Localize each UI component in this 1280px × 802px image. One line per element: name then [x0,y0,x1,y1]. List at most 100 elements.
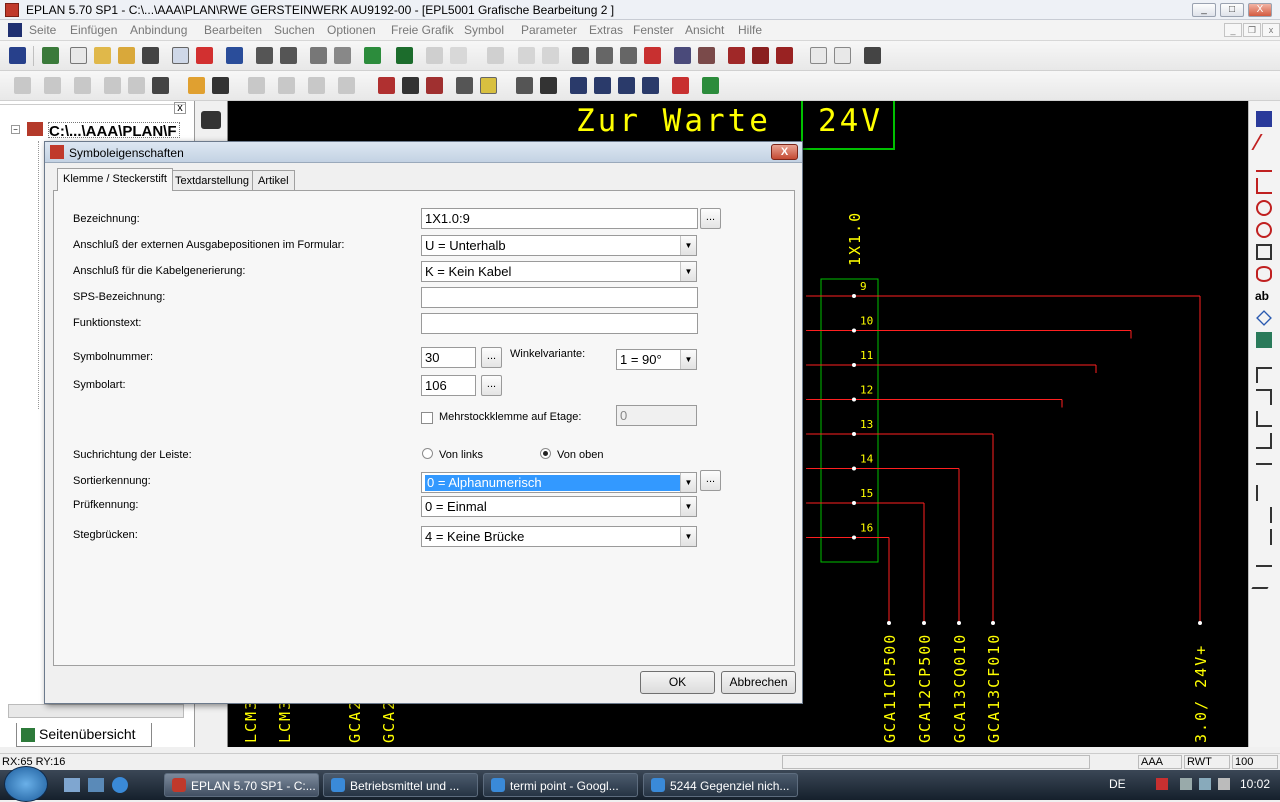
tab-artikel[interactable]: Artikel [252,170,295,190]
sps-field[interactable] [421,287,698,308]
arrows-icon[interactable] [540,77,557,94]
corner-tr-icon[interactable] [1256,389,1272,405]
menu-einfuegen[interactable]: Einfügen [70,23,117,37]
symbolart-browse-button[interactable]: ... [481,375,502,396]
ok-button[interactable]: OK [640,671,715,694]
t-left2-icon[interactable] [1256,529,1272,545]
settings-icon[interactable] [248,77,265,94]
open-folder-icon[interactable] [94,47,111,64]
tab-textdarstellung[interactable]: Textdarstellung [169,170,255,190]
terminal-10[interactable]: 10 [806,315,1132,339]
symbolart-field[interactable]: 106 [421,375,476,396]
break-icon[interactable] [1251,573,1277,589]
t-left-icon[interactable] [1256,507,1272,523]
device-icon[interactable] [44,77,61,94]
terminal-12[interactable]: 12 [806,384,1063,408]
t-right-icon[interactable] [1256,485,1272,501]
terminal-13[interactable]: 13 [806,418,994,623]
chevron-down-icon[interactable]: ▼ [680,262,696,281]
task-eplan[interactable]: EPLAN 5.70 SP1 - C:... [164,773,319,797]
corner-bl-icon[interactable] [1256,411,1272,427]
menu-bearbeiten[interactable]: Bearbeiten [204,23,262,37]
delete-page-icon[interactable] [196,47,213,64]
edit-icon[interactable] [308,77,325,94]
anschluss-formular-select[interactable]: U = Unterhalb ▼ [421,235,697,256]
switch-windows-icon[interactable] [88,778,104,792]
print-icon[interactable] [334,47,351,64]
corner-tl-icon[interactable] [1256,367,1272,383]
tray-volume-icon[interactable] [1218,778,1230,790]
minimize-button[interactable]: _ [1192,3,1216,17]
binoculars-icon[interactable] [201,111,221,129]
arrow-up-icon[interactable] [1256,551,1272,567]
chevron-down-icon[interactable]: ▼ [680,527,696,546]
task-betriebsmittel[interactable]: Betriebsmittel und ... [323,773,478,797]
von-links-radio[interactable] [422,448,433,459]
menu-symbol[interactable]: Symbol [464,23,504,37]
cancel-button[interactable]: Abbrechen [721,671,796,694]
bezeichnung-browse-button[interactable]: ... [700,208,721,229]
redline-icon[interactable] [672,77,689,94]
page-up-icon[interactable] [256,47,273,64]
von-oben-radio[interactable] [540,448,551,459]
stegbruecken-select[interactable]: 4 = Keine Brücke ▼ [421,526,697,547]
plc-icon[interactable] [104,77,121,94]
sortierkennung-browse-button[interactable]: ... [700,470,721,491]
tools-icon[interactable] [864,47,881,64]
new-page-icon[interactable] [70,47,87,64]
copy-icon[interactable] [172,47,189,64]
tab-klemme-steckerstift[interactable]: Klemme / Steckerstift [57,168,173,191]
arc-icon[interactable] [1256,222,1272,238]
undo-icon[interactable] [518,47,535,64]
menu-ansicht[interactable]: Ansicht [685,23,724,37]
copy-symbol-icon[interactable] [596,47,613,64]
eplan-logo-icon[interactable] [9,47,26,64]
menu-seite[interactable]: Seite [29,23,56,37]
paste-icon[interactable] [620,47,637,64]
context-help-icon[interactable] [834,47,851,64]
terminal-16[interactable]: 16 [806,522,890,624]
black-box-icon[interactable] [74,77,91,94]
maximize-button[interactable]: □ [1220,3,1244,17]
text-icon[interactable]: ab [1255,289,1269,303]
window-macro-icon[interactable] [776,47,793,64]
page-down-icon[interactable] [280,47,297,64]
terminal-11[interactable]: 11 [806,349,1097,373]
tray-monitor-icon[interactable] [1199,778,1211,790]
import-icon[interactable] [364,47,381,64]
menu-fenster[interactable]: Fenster [633,23,674,37]
menu-parameter[interactable]: Parameter [521,23,577,37]
symbolnummer-browse-button[interactable]: ... [481,347,502,368]
winkelvariante-select[interactable]: 1 = 90° ▼ [616,349,697,370]
mdi-minimize-button[interactable]: _ [1224,23,1242,37]
t-down-icon[interactable] [1256,463,1272,479]
macro-icon[interactable] [752,47,769,64]
clock[interactable]: 10:02 [1240,777,1270,791]
tray-network-icon[interactable] [1180,778,1192,790]
zoom-out-icon[interactable] [618,77,635,94]
close-button[interactable]: X [1248,3,1272,17]
rectangle-icon[interactable] [1256,244,1272,260]
tree-expand-toggle[interactable]: − [11,125,20,134]
chevron-down-icon[interactable]: ▼ [680,497,696,516]
delete-icon[interactable] [644,47,661,64]
bezeichnung-field[interactable]: 1X1.0:9 [421,208,698,229]
chevron-down-icon[interactable]: ▼ [680,350,696,369]
menu-anbindung[interactable]: Anbindung [130,23,187,37]
circle-icon[interactable] [1256,200,1272,216]
cut-icon[interactable] [572,47,589,64]
terminal-strip-icon[interactable] [128,77,145,94]
pruefkennung-select[interactable]: 0 = Einmal ▼ [421,496,697,517]
connect-icon[interactable] [674,47,691,64]
page-properties-icon[interactable] [226,47,243,64]
tools2-icon[interactable] [338,77,355,94]
ellipse-icon[interactable] [1256,266,1272,282]
dialog-close-button[interactable]: X [771,144,798,160]
menu-hilfe[interactable]: Hilfe [738,23,762,37]
menu-freie-grafik[interactable]: Freie Grafik [391,23,454,37]
terminal-9[interactable]: 9 [806,280,1201,623]
mehrstock-checkbox[interactable] [421,412,433,424]
structure-icon[interactable] [278,77,295,94]
open-project-icon[interactable] [118,47,135,64]
block-icon[interactable] [728,47,745,64]
